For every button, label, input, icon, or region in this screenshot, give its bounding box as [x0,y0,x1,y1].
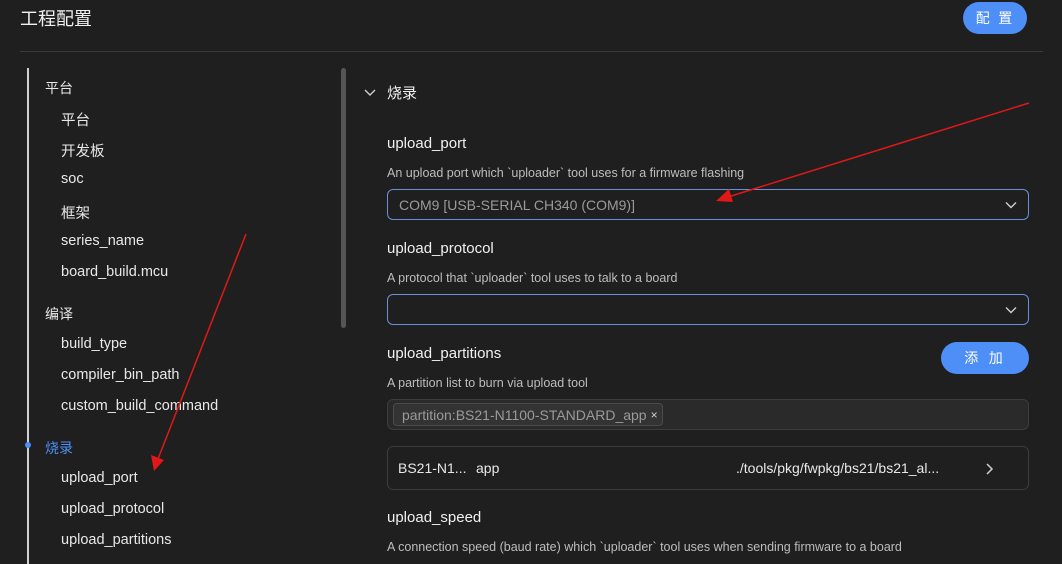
sidebar-item-custom-build-command[interactable]: custom_build_command [61,398,218,414]
upload-partitions-label: upload_partitions [387,345,502,362]
upload-speed-description: A connection speed (baud rate) which `up… [387,540,902,554]
active-indicator-dot [25,442,31,448]
chevron-down-icon [364,89,376,96]
upload-protocol-label: upload_protocol [387,240,494,257]
sidebar-item-build-type[interactable]: build_type [61,336,127,352]
upload-port-select[interactable]: COM9 [USB-SERIAL CH340 (COM9)] [387,189,1029,220]
upload-protocol-select[interactable] [387,294,1029,325]
sidebar-item-upload-protocol[interactable]: upload_protocol [61,501,164,517]
sidebar-item-soc[interactable]: soc [61,171,84,187]
sidebar-group-build[interactable]: 编译 [45,304,73,324]
arrow-to-upload-port-select [716,102,1030,202]
sidebar-scrollbar[interactable] [341,68,346,328]
sidebar-group-upload[interactable]: 烧录 [45,438,73,458]
upload-partitions-description: A partition list to burn via upload tool [387,376,588,390]
upload-speed-label: upload_speed [387,509,482,526]
partition-row-type: app [476,460,500,476]
tree-line [27,68,29,564]
add-partition-button[interactable]: 添 加 [941,342,1029,374]
chevron-right-icon [986,463,994,475]
partition-tag: partition:BS21-N1100-STANDARD_app × [393,403,663,426]
sidebar-item-compiler-bin-path[interactable]: compiler_bin_path [61,367,180,383]
partition-row-path: ./tools/pkg/fwpkg/bs21/bs21_al... [736,460,940,476]
chevron-down-icon [1005,307,1017,314]
header-divider [20,51,1043,52]
close-icon[interactable]: × [651,408,658,422]
partitions-tag-input[interactable]: partition:BS21-N1100-STANDARD_app × [387,399,1029,430]
sidebar-item-framework[interactable]: 框架 [61,202,90,223]
sidebar-item-series-name[interactable]: series_name [61,233,144,249]
config-button[interactable]: 配 置 [963,2,1027,34]
sidebar-item-board-build-mcu[interactable]: board_build.mcu [61,264,168,280]
page-title: 工程配置 [20,9,92,29]
upload-protocol-description: A protocol that `uploader` tool uses to … [387,271,678,285]
partition-row-name: BS21-N1... [398,460,467,476]
sidebar-item-upload-partitions[interactable]: upload_partitions [61,532,171,548]
section-header-upload[interactable]: 烧录 [362,82,417,103]
section-title: 烧录 [387,84,418,102]
partition-row[interactable]: BS21-N1... app ./tools/pkg/fwpkg/bs21/bs… [387,446,1029,490]
sidebar-group-platform[interactable]: 平台 [45,78,73,98]
partition-tag-label: partition:BS21-N1100-STANDARD_app [402,406,647,423]
sidebar-nav: 平台 平台 开发板 soc 框架 series_name board_build… [24,68,324,564]
sidebar-item-upload-port[interactable]: upload_port [61,470,138,486]
upload-port-label: upload_port [387,135,467,152]
upload-port-value: COM9 [USB-SERIAL CH340 (COM9)] [399,196,635,213]
chevron-down-icon [1005,202,1017,209]
sidebar-item-board[interactable]: 开发板 [61,140,105,161]
upload-port-description: An upload port which `uploader` tool use… [387,166,745,180]
sidebar-item-platform[interactable]: 平台 [61,109,90,130]
